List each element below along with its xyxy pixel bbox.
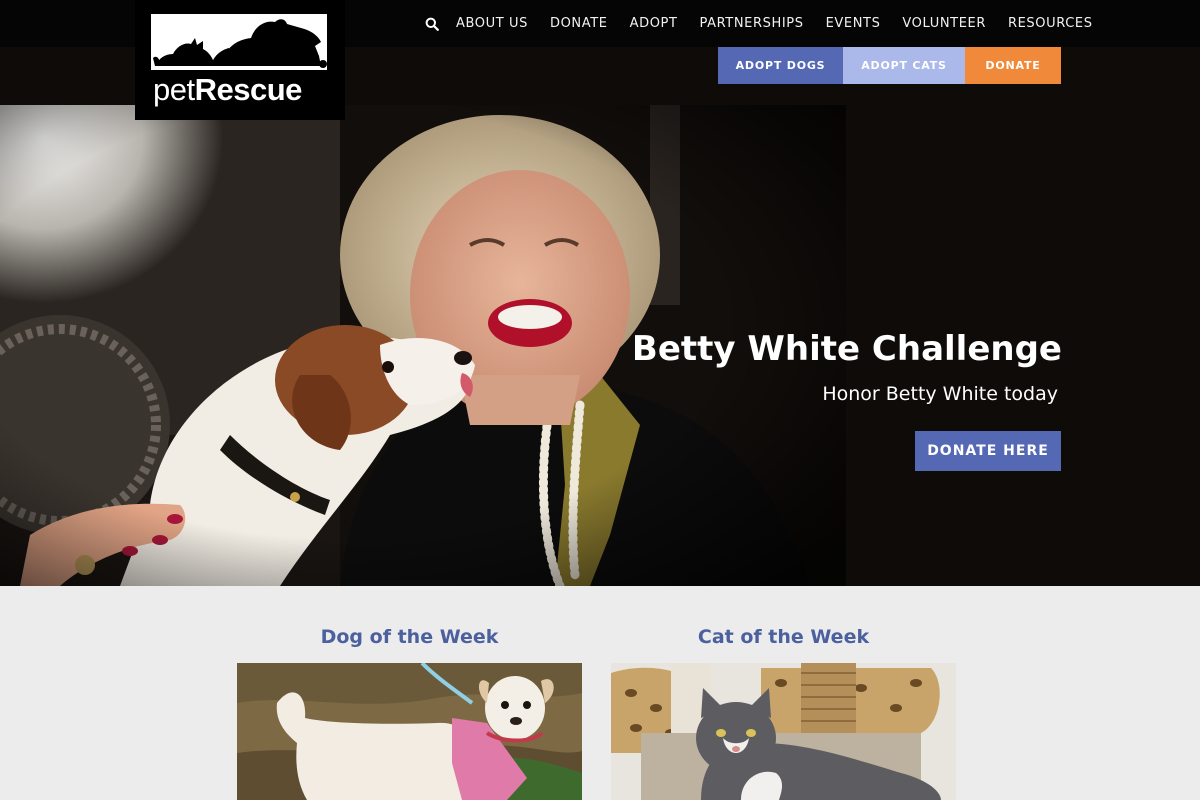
logo-animals-image bbox=[151, 14, 327, 70]
nav-partnerships[interactable]: PARTNERSHIPS bbox=[700, 16, 804, 31]
main-nav: ABOUT US DONATE ADOPT PARTNERSHIPS EVENT… bbox=[418, 0, 1093, 47]
donate-button[interactable]: DONATE bbox=[965, 47, 1061, 84]
adopt-cats-button[interactable]: ADOPT CATS bbox=[843, 47, 965, 84]
petrescue-logo[interactable]: petRescue bbox=[135, 0, 345, 120]
dog-of-the-week-photo[interactable] bbox=[237, 663, 582, 800]
nav-volunteer[interactable]: VOLUNTEER bbox=[902, 16, 986, 31]
nav-resources[interactable]: RESOURCES bbox=[1008, 16, 1093, 31]
nav-about-us[interactable]: ABOUT US bbox=[456, 16, 528, 31]
search-icon[interactable] bbox=[418, 0, 446, 47]
hero-title: Betty White Challenge bbox=[631, 329, 1062, 369]
registered-mark-icon bbox=[319, 60, 327, 68]
logo-text-bold: Rescue bbox=[194, 72, 303, 107]
hero-subtitle: Honor Betty White today bbox=[822, 383, 1058, 405]
hero-banner: Betty White Challenge Honor Betty White … bbox=[0, 47, 1200, 586]
logo-wordmark: petRescue bbox=[153, 70, 333, 110]
nav-adopt[interactable]: ADOPT bbox=[630, 16, 678, 31]
adopt-buttons-bar: ADOPT DOGS ADOPT CATS DONATE bbox=[718, 47, 1061, 84]
nav-events[interactable]: EVENTS bbox=[826, 16, 881, 31]
nav-donate[interactable]: DONATE bbox=[550, 16, 608, 31]
pet-of-the-week-section: Dog of the Week Cat of the Week bbox=[0, 586, 1200, 800]
donate-here-button[interactable]: DONATE HERE bbox=[915, 431, 1061, 471]
adopt-dogs-button[interactable]: ADOPT DOGS bbox=[718, 47, 843, 84]
cat-of-the-week-heading: Cat of the Week bbox=[697, 626, 870, 648]
logo-text-light: pet bbox=[153, 72, 195, 107]
cat-of-the-week-photo[interactable] bbox=[611, 663, 956, 800]
dog-of-the-week-heading: Dog of the Week bbox=[320, 626, 499, 648]
